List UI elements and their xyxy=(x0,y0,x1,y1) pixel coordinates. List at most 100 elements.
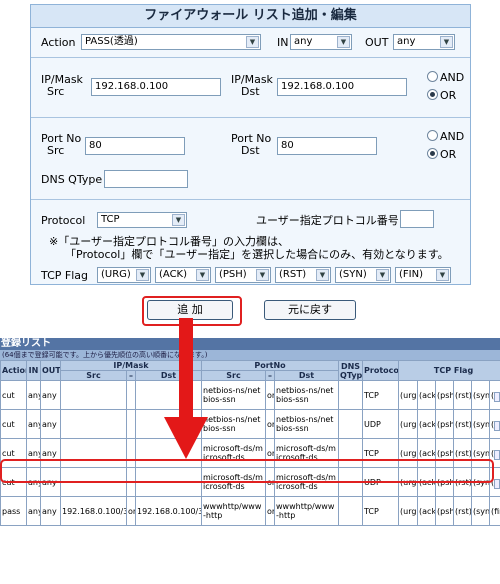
cell-dns xyxy=(338,409,364,439)
dns-qtype-label: DNS QType xyxy=(41,173,103,186)
th-ip-src: Src xyxy=(60,370,127,381)
ipmask-src-input[interactable]: 192.168.0.100 xyxy=(91,78,221,96)
th-protocol: Protocol xyxy=(362,360,400,381)
and-label: AND xyxy=(440,130,465,143)
cell-flag: (psh) xyxy=(435,380,455,410)
cell-flag: (rst) xyxy=(453,409,473,439)
row-edit-button[interactable] xyxy=(494,392,500,402)
radio-on-icon xyxy=(427,148,438,159)
back-button[interactable]: 元に戻す xyxy=(264,300,356,320)
protocol-label: Protocol xyxy=(41,214,86,227)
th-in: IN xyxy=(26,360,41,381)
table-row[interactable]: cutanyany netbios-ns/netbios-ssnornetbios… xyxy=(0,409,500,439)
ipmask-and-radio[interactable]: AND xyxy=(427,71,464,84)
flag-value: (PSH) xyxy=(219,269,247,280)
list-title: 登録リスト xyxy=(0,338,500,350)
down-arrow-head-icon xyxy=(164,417,208,459)
cell-port-dst: wwwhttp/www-http xyxy=(273,496,340,526)
flag-value: (ACK) xyxy=(159,269,188,280)
chevron-down-icon: ▼ xyxy=(376,269,389,281)
cell-action: cut xyxy=(0,409,27,439)
port-dst-input[interactable]: 80 xyxy=(277,137,377,155)
or-label: OR xyxy=(440,148,457,161)
th-tcpflag: TCP Flag xyxy=(398,360,500,381)
flag-rst-select[interactable]: (RST) ▼ xyxy=(275,267,331,283)
port-dst-sublabel: Dst xyxy=(241,144,260,157)
protocol-select-value: TCP xyxy=(101,214,120,225)
row-edit-button[interactable] xyxy=(494,421,500,431)
user-protocol-input[interactable] xyxy=(400,210,434,228)
port-row: Port No Src 80 Port No Dst 80 AND OR DNS… xyxy=(31,117,470,200)
chevron-down-icon: ▼ xyxy=(337,36,350,48)
cell-flag: (urg) xyxy=(398,496,419,526)
cell-port-op: or xyxy=(265,496,275,526)
cell-ip-op xyxy=(126,409,136,439)
cell-flag: (psh) xyxy=(435,496,455,526)
cell-flag: (syn) xyxy=(471,380,491,410)
row-edit-button[interactable] xyxy=(494,479,500,489)
flag-fin-select[interactable]: (FIN) ▼ xyxy=(395,267,451,283)
action-select[interactable]: PASS(透過) ▼ xyxy=(81,34,261,50)
cell-ip-op xyxy=(126,380,136,410)
protocol-select[interactable]: TCP ▼ xyxy=(97,212,187,228)
cell-out: any xyxy=(40,409,61,439)
row-edit-button[interactable] xyxy=(494,450,500,460)
dns-qtype-input[interactable] xyxy=(104,170,188,188)
cell-in: any xyxy=(26,380,41,410)
th-out: OUT xyxy=(40,360,61,381)
cell-action: cut xyxy=(0,380,27,410)
add-button[interactable]: 追 加 xyxy=(147,300,233,320)
th-port-op: – xyxy=(265,370,275,381)
cell-flag: (fin) xyxy=(489,496,500,526)
flag-syn-select[interactable]: (SYN) ▼ xyxy=(335,267,391,283)
flag-value: (SYN) xyxy=(339,269,367,280)
flag-ack-select[interactable]: (ACK) ▼ xyxy=(155,267,211,283)
rules-table: Action IN OUT IP/Mask PortNo DNSQType Pr… xyxy=(0,360,500,526)
flag-urg-select[interactable]: (URG) ▼ xyxy=(97,267,151,283)
in-select[interactable]: any ▼ xyxy=(290,34,352,50)
flag-value: (FIN) xyxy=(399,269,423,280)
or-label: OR xyxy=(440,89,457,102)
rules-table-body: cutanyanynetbios-ns/netbios-ssnornetbios… xyxy=(0,380,500,526)
cell-flag: (ack) xyxy=(417,496,437,526)
port-src-input[interactable]: 80 xyxy=(85,137,185,155)
th-action: Action xyxy=(0,360,27,381)
radio-off-icon xyxy=(427,71,438,82)
th-dns: DNSQType xyxy=(338,360,364,381)
table-row[interactable]: cutanyany netbios-ns/netbios-ssnornetbios… xyxy=(0,380,500,410)
ipmask-or-radio[interactable]: OR xyxy=(427,89,456,102)
table-row[interactable]: passanyany192.168.0.100/32or192.168.0.10… xyxy=(0,496,500,526)
cell-port-dst: netbios-ns/netbios-ssn xyxy=(273,380,340,410)
chevron-down-icon: ▼ xyxy=(316,269,329,281)
port-and-radio[interactable]: AND xyxy=(427,130,464,143)
flag-psh-select[interactable]: (PSH) ▼ xyxy=(215,267,271,283)
cell-ip-src xyxy=(60,409,127,439)
chevron-down-icon: ▼ xyxy=(440,36,453,48)
chevron-down-icon: ▼ xyxy=(196,269,209,281)
cell-port-op: or xyxy=(265,380,275,410)
cell-proto: TCP xyxy=(362,380,400,410)
cell-flag: (urg) xyxy=(398,409,419,439)
cell-flag: (rst) xyxy=(453,496,473,526)
th-dns-2: QType xyxy=(340,370,363,380)
port-or-radio[interactable]: OR xyxy=(427,148,456,161)
th-dns-1: DNS xyxy=(340,361,361,371)
radio-off-icon xyxy=(427,130,438,141)
action-row: Action PASS(透過) ▼ IN any ▼ OUT any ▼ xyxy=(31,27,470,58)
note-line-1: ※「ユーザー指定プロトコル番号」の入力欄は、 xyxy=(49,235,289,248)
ipmask-dst-input[interactable]: 192.168.0.100 xyxy=(277,78,407,96)
cell-ip-src xyxy=(60,380,127,410)
cell-action: pass xyxy=(0,496,27,526)
chevron-down-icon: ▼ xyxy=(246,36,259,48)
th-ip-op: – xyxy=(126,370,136,381)
th-port-src: Src xyxy=(201,370,266,381)
out-select[interactable]: any ▼ xyxy=(393,34,455,50)
flag-value: (URG) xyxy=(101,269,131,280)
cell-out: any xyxy=(40,496,61,526)
cell-in: any xyxy=(26,496,41,526)
cell-dns xyxy=(338,380,364,410)
cell-dns xyxy=(338,496,364,526)
out-label: OUT xyxy=(365,36,389,49)
flag-value: (RST) xyxy=(279,269,307,280)
cell-flag: (ack) xyxy=(417,380,437,410)
